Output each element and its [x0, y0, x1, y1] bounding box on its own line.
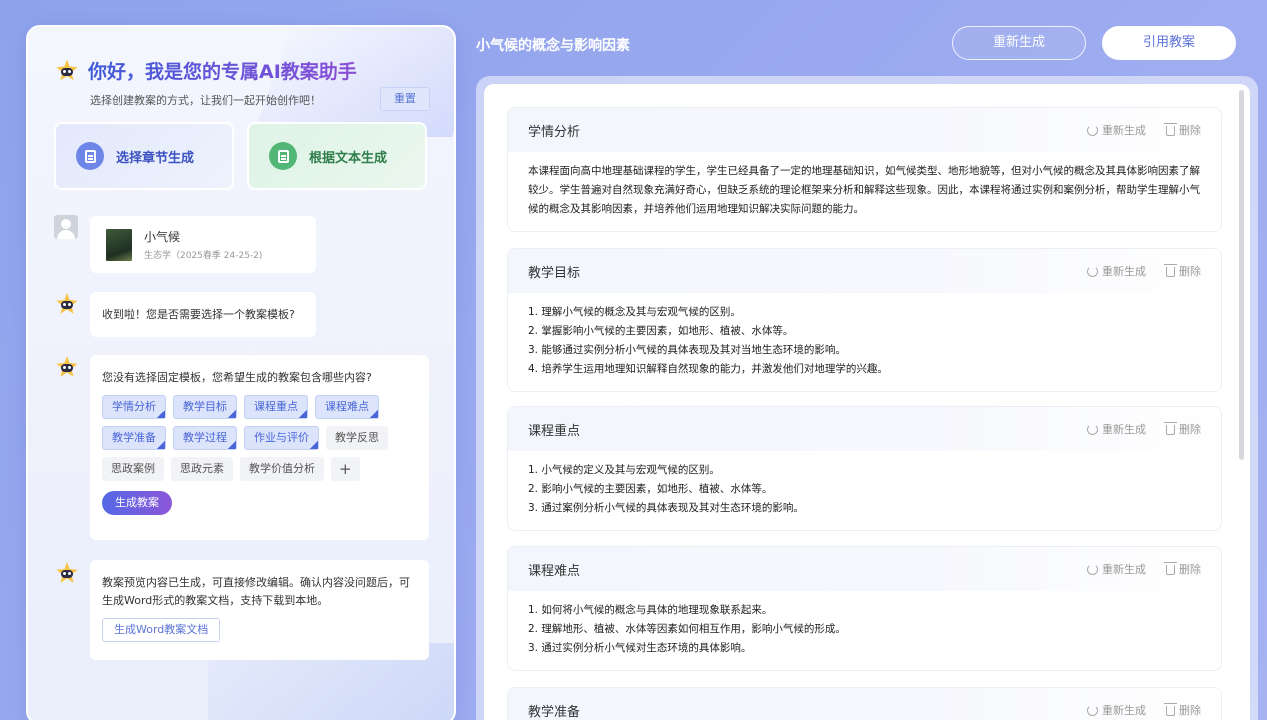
section-body[interactable]: 1. 小气候的定义及其与宏观气候的区别。 2. 影响小气候的主要因素，如地形、植… [508, 451, 1221, 530]
assistant-bot-icon [56, 59, 78, 82]
greeting-row: 你好，我是您的专属AI教案助手 [56, 57, 357, 84]
greeting-subtitle: 选择创建教案的方式，让我们一起开始创作吧！ [90, 94, 321, 107]
greeting-title: 你好，我是您的专属AI教案助手 [88, 57, 357, 84]
section-delete-button[interactable]: 删除 [1164, 122, 1201, 138]
template-question-message: 收到啦！您是否需要选择一个教案模板? [90, 292, 316, 337]
preview-ready-text: 教案预览内容已生成，可直接修改编辑。确认内容没问题后，可生成Word形式的教案文… [102, 576, 410, 607]
tag-preparation[interactable]: 教学准备 [102, 426, 166, 450]
cite-plan-button[interactable]: 引用教案 [1102, 26, 1236, 60]
regenerate-all-button[interactable]: 重新生成 [952, 26, 1086, 60]
section-delete-button[interactable]: 删除 [1164, 263, 1201, 279]
document-icon [76, 142, 104, 170]
tag-ideology-case[interactable]: 思政案例 [102, 457, 164, 481]
trash-icon [1164, 264, 1177, 277]
content-select-text: 您没有选择固定模板，您希望生成的教案包含哪些内容? [102, 371, 372, 384]
section-body[interactable]: 1. 理解小气候的概念及其与宏观气候的区别。 2. 掌握影响小气候的主要因素，如… [508, 293, 1221, 391]
generate-plan-button[interactable]: 生成教案 [102, 491, 172, 515]
chapter-generate-card[interactable]: 选择章节生成 [54, 122, 234, 190]
section-body[interactable]: 本课程面向高中地理基础课程的学生，学生已经具备了一定的地理基础知识，如气候类型、… [508, 152, 1221, 231]
tag-learning-analysis[interactable]: 学情分析 [102, 395, 166, 419]
section-regenerate-button[interactable]: 重新生成 [1087, 122, 1146, 138]
generate-word-button[interactable]: 生成Word教案文档 [102, 618, 221, 642]
preview-ready-message: 教案预览内容已生成，可直接修改编辑。确认内容没问题后，可生成Word形式的教案文… [90, 560, 429, 660]
book-cover-image [106, 228, 132, 261]
trash-icon [1164, 562, 1177, 575]
section-preparation: 教学准备 重新生成 删除 [507, 687, 1222, 720]
section-title: 教学目标 [528, 265, 581, 281]
course-meta: 生态学（2025春季 24-25-2) [144, 251, 263, 261]
tag-process[interactable]: 教学过程 [173, 426, 237, 450]
section-title: 课程难点 [528, 563, 581, 579]
plan-preview-content[interactable]: 学情分析 重新生成 删除 本课程面向高中地理基础课程的学生，学生已经具备了一定的… [484, 84, 1250, 720]
assistant-bot-icon [56, 562, 78, 584]
content-select-message: 您没有选择固定模板，您希望生成的教案包含哪些内容? 学情分析 教学目标 课程重点… [90, 355, 429, 540]
assistant-bot-icon [56, 356, 78, 378]
plan-preview-panel: 学情分析 重新生成 删除 本课程面向高中地理基础课程的学生，学生已经具备了一定的… [476, 76, 1258, 720]
refresh-icon [1087, 265, 1098, 277]
section-title: 学情分析 [528, 124, 581, 140]
reset-button[interactable]: 重置 [380, 87, 430, 111]
user-avatar [54, 215, 78, 239]
section-regenerate-button[interactable]: 重新生成 [1087, 263, 1146, 279]
tag-homework-evaluation[interactable]: 作业与评价 [244, 426, 319, 450]
section-delete-button[interactable]: 删除 [1164, 561, 1201, 577]
course-message[interactable]: 小气候 生态学（2025春季 24-25-2) [90, 216, 316, 273]
section-title: 教学准备 [528, 704, 581, 720]
section-difficult-points: 课程难点 重新生成 删除 1. 如何将小气候的概念与具体的地理现象联系起来。 2… [507, 546, 1222, 671]
section-delete-button[interactable]: 删除 [1164, 421, 1201, 437]
section-key-points: 课程重点 重新生成 删除 1. 小气候的定义及其与宏观气候的区别。 2. 影响小… [507, 406, 1222, 531]
section-title: 课程重点 [528, 423, 581, 439]
tag-value-analysis[interactable]: 教学价值分析 [240, 457, 324, 481]
trash-icon [1164, 422, 1177, 435]
tag-reflection[interactable]: 教学反思 [326, 426, 388, 450]
trash-icon [1164, 703, 1177, 716]
section-body[interactable]: 1. 如何将小气候的概念与具体的地理现象联系起来。 2. 理解地形、植被、水体等… [508, 591, 1221, 670]
refresh-icon [1087, 563, 1098, 575]
refresh-icon [1087, 124, 1098, 136]
chapter-generate-label: 选择章节生成 [116, 150, 195, 166]
add-tag-button[interactable]: + [331, 457, 360, 481]
section-delete-button[interactable]: 删除 [1164, 702, 1201, 718]
course-name: 小气候 [144, 230, 181, 244]
section-regenerate-button[interactable]: 重新生成 [1087, 561, 1146, 577]
trash-icon [1164, 123, 1177, 136]
section-teaching-goals: 教学目标 重新生成 删除 1. 理解小气候的概念及其与宏观气候的区别。 2. 掌… [507, 248, 1222, 392]
tag-ideology-element[interactable]: 思政元素 [171, 457, 233, 481]
assistant-panel: 你好，我是您的专属AI教案助手 选择创建教案的方式，让我们一起开始创作吧！ 重置… [26, 25, 456, 720]
tag-key-points[interactable]: 课程重点 [244, 395, 308, 419]
scrollbar[interactable] [1239, 90, 1244, 460]
section-regenerate-button[interactable]: 重新生成 [1087, 702, 1146, 718]
tag-difficult-points[interactable]: 课程难点 [315, 395, 379, 419]
text-generate-card[interactable]: 根据文本生成 [247, 122, 427, 190]
assistant-bot-icon [56, 293, 78, 315]
refresh-icon [1087, 704, 1098, 716]
section-learning-analysis: 学情分析 重新生成 删除 本课程面向高中地理基础课程的学生，学生已经具备了一定的… [507, 107, 1222, 232]
content-tags: 学情分析 教学目标 课程重点 课程难点 教学准备 教学过程 作业与评价 教学反思… [102, 395, 402, 481]
text-generate-label: 根据文本生成 [309, 150, 388, 166]
tag-teaching-goals[interactable]: 教学目标 [173, 395, 237, 419]
section-regenerate-button[interactable]: 重新生成 [1087, 421, 1146, 437]
refresh-icon [1087, 423, 1098, 435]
template-question-text: 收到啦！您是否需要选择一个教案模板? [102, 308, 295, 321]
text-document-icon [269, 142, 297, 170]
page-title: 小气候的概念与影响因素 [476, 38, 630, 54]
